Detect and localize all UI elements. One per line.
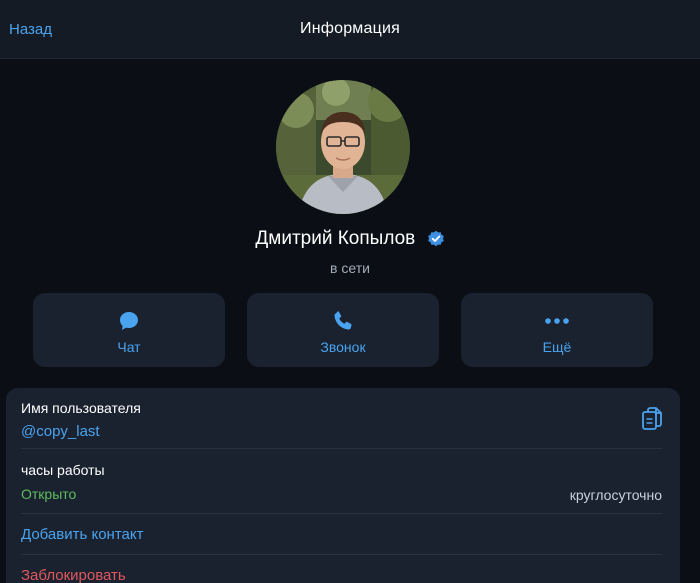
- page-title: Информация: [300, 20, 400, 37]
- username-value[interactable]: @copy_last: [21, 423, 100, 440]
- divider: [21, 554, 662, 555]
- avatar[interactable]: [276, 80, 410, 214]
- top-bar: Назад Информация: [0, 0, 700, 59]
- divider: [21, 513, 662, 514]
- chat-bubble-icon: [120, 312, 138, 330]
- profile-info-screen: Назад Информация Дмитрий Копылов в сети …: [0, 0, 700, 583]
- avatar-photo: [276, 80, 410, 214]
- chat-button[interactable]: Чат: [33, 293, 225, 367]
- hours-value: круглосуточно: [569, 487, 662, 503]
- copy-icon[interactable]: [640, 406, 664, 432]
- more-dots-icon: [545, 318, 569, 324]
- call-button[interactable]: Звонок: [247, 293, 439, 367]
- profile-name: Дмитрий Копылов: [255, 228, 416, 249]
- verified-badge-icon: [427, 230, 444, 247]
- block-button[interactable]: Заблокировать: [21, 567, 126, 583]
- profile-name-row: Дмитрий Копылов: [0, 228, 700, 250]
- divider: [21, 448, 662, 449]
- username-label: Имя пользователя: [21, 400, 141, 416]
- call-label: Звонок: [320, 339, 366, 355]
- more-button[interactable]: Ещё: [461, 293, 653, 367]
- more-label: Ещё: [542, 339, 572, 355]
- chat-label: Чат: [117, 339, 141, 355]
- phone-icon: [334, 311, 352, 330]
- hours-status: Открыто: [21, 486, 77, 502]
- info-card: Имя пользователя @copy_last часы работы …: [6, 388, 680, 583]
- online-status: в сети: [330, 260, 370, 276]
- hours-label: часы работы: [21, 462, 105, 478]
- add-contact-button[interactable]: Добавить контакт: [21, 526, 143, 543]
